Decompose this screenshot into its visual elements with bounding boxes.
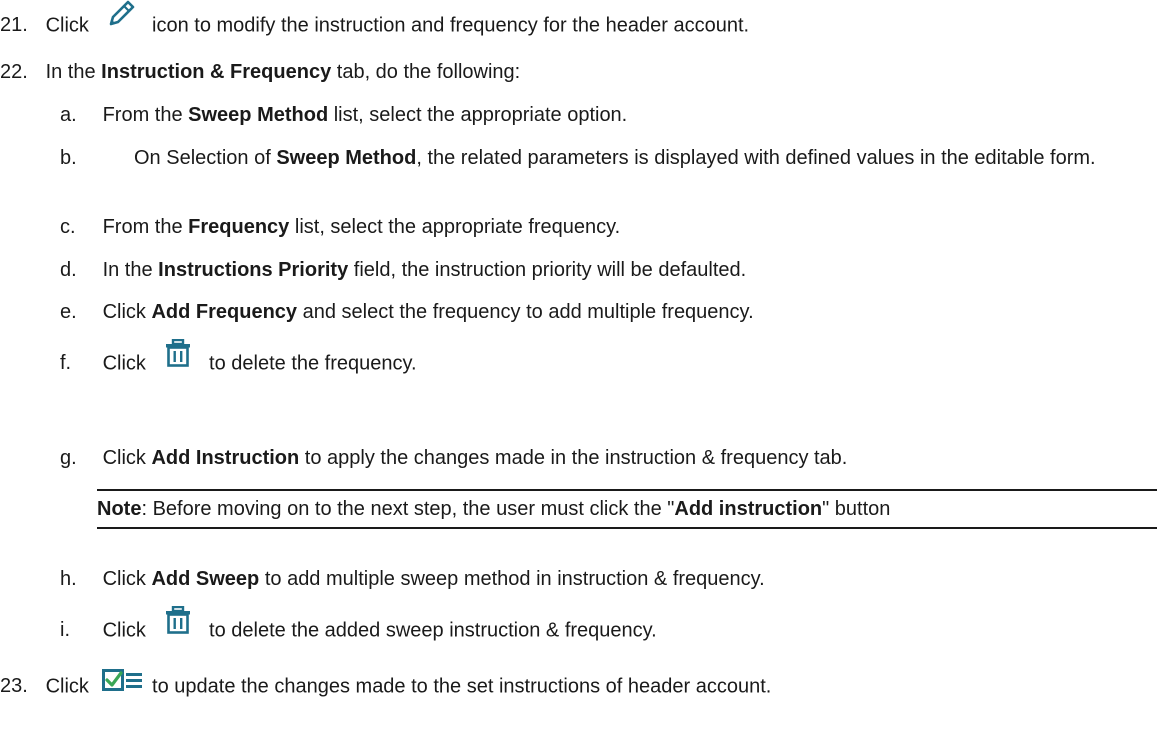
button-name: Add Instruction bbox=[151, 447, 300, 469]
step-text: icon to modify the instruction and frequ… bbox=[152, 14, 750, 37]
substep-letter: g. bbox=[60, 447, 77, 469]
field-name: Instructions Priority bbox=[158, 259, 349, 281]
substep-letter: d. bbox=[60, 259, 77, 281]
substep-text-pre: From the bbox=[102, 104, 183, 126]
document-page: 21. Click icon to modify the instruction… bbox=[0, 0, 1157, 746]
substep-text-pre: Click bbox=[102, 568, 146, 590]
substep-letter: h. bbox=[60, 568, 77, 590]
substep-b-body: On Selection of Sweep Method, the relate… bbox=[134, 146, 1157, 170]
substep-text-post: to apply the changes made in the instruc… bbox=[304, 447, 848, 469]
field-name: Frequency bbox=[188, 216, 290, 238]
substep-letter: i. bbox=[60, 619, 70, 642]
substep-letter: c. bbox=[60, 216, 76, 238]
substep-d: d. In the Instructions Priority field, t… bbox=[60, 258, 746, 282]
substep-text-post: , the related parameters is displayed wi… bbox=[416, 147, 1096, 169]
substep-e: e. Click Add Frequency and select the fr… bbox=[60, 300, 754, 324]
substep-h: h. Click Add Sweep to add multiple sweep… bbox=[60, 567, 765, 591]
substep-text-post: and select the frequency to add multiple… bbox=[302, 301, 754, 323]
substep-b: b. On Selection of Sweep Method, the rel… bbox=[60, 146, 1157, 170]
note-label: Note bbox=[97, 498, 142, 520]
note-text-post: " button bbox=[822, 498, 891, 520]
note-text-pre: : Before moving on to the next step, the… bbox=[141, 498, 675, 520]
step-23: 23. Click to update the changes made to … bbox=[0, 669, 772, 702]
step-text-click: Click bbox=[45, 675, 89, 698]
substep-a: a. From the Sweep Method list, select th… bbox=[60, 103, 627, 127]
substep-letter: e. bbox=[60, 301, 77, 323]
note-box: Note: Before moving on to the next step,… bbox=[97, 489, 1157, 529]
button-name: Add Frequency bbox=[151, 301, 298, 323]
step-text-post: tab, do the following: bbox=[336, 61, 521, 83]
step-text-click: Click bbox=[45, 14, 89, 37]
substep-g: g. Click Add Instruction to apply the ch… bbox=[60, 446, 847, 470]
pencil-icon bbox=[106, 0, 136, 35]
step-number: 21. bbox=[0, 14, 28, 37]
substep-text-pre: Click bbox=[102, 619, 146, 642]
substep-text-post: to delete the added sweep instruction & … bbox=[209, 619, 657, 642]
substep-text-post: to add multiple sweep method in instruct… bbox=[264, 568, 765, 590]
substep-text-pre: Click bbox=[102, 352, 146, 375]
step-text: to update the changes made to the set in… bbox=[152, 675, 772, 698]
substep-letter: a. bbox=[60, 104, 77, 126]
trash-icon bbox=[165, 338, 191, 373]
substep-text-pre: On Selection of bbox=[134, 147, 271, 169]
substep-text-pre: Click bbox=[102, 447, 146, 469]
tab-name: Instruction & Frequency bbox=[101, 61, 332, 83]
step-number: 22. bbox=[0, 61, 28, 83]
substep-text-post: field, the instruction priority will be … bbox=[353, 259, 747, 281]
update-checklist-icon bbox=[102, 669, 144, 699]
substep-text-pre: From the bbox=[102, 216, 183, 238]
step-21: 21. Click icon to modify the instruction… bbox=[0, 0, 750, 45]
step-text-pre: In the bbox=[45, 61, 96, 83]
substep-text-post: list, select the appropriate frequency. bbox=[294, 216, 621, 238]
substep-c: c. From the Frequency list, select the a… bbox=[60, 215, 620, 239]
substep-letter: b. bbox=[60, 147, 77, 169]
button-name: Add Sweep bbox=[151, 568, 260, 590]
substep-text-pre: In the bbox=[102, 259, 153, 281]
substep-text-post: to delete the frequency. bbox=[209, 352, 417, 375]
trash-icon bbox=[165, 605, 191, 640]
substep-f: f. Click to delete the frequency. bbox=[60, 338, 417, 381]
field-name: Sweep Method bbox=[276, 147, 417, 169]
step-number: 23. bbox=[0, 675, 28, 698]
substep-i: i. Click to delete the added sweep instr… bbox=[60, 605, 657, 648]
substep-letter: f. bbox=[60, 352, 72, 375]
substep-text-post: list, select the appropriate option. bbox=[333, 104, 628, 126]
note-button-name: Add instruction bbox=[674, 498, 823, 520]
step-22: 22. In the Instruction & Frequency tab, … bbox=[0, 60, 520, 84]
field-name: Sweep Method bbox=[188, 104, 329, 126]
substep-text-pre: Click bbox=[102, 301, 146, 323]
